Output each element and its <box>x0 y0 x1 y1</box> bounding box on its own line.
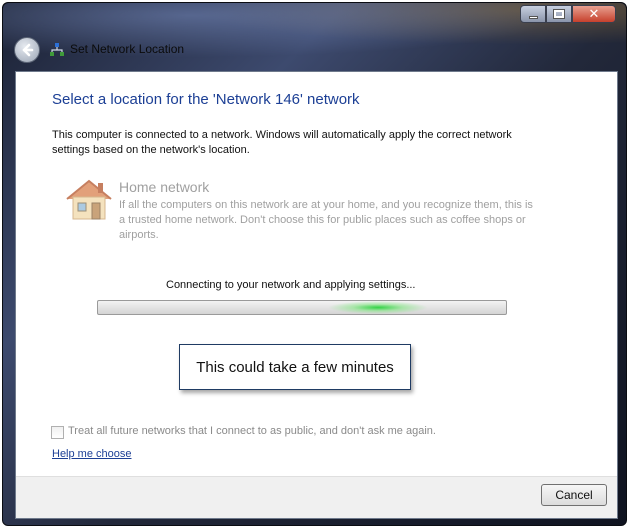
dialog-footer: Cancel <box>16 476 617 518</box>
house-icon <box>66 179 112 220</box>
maximize-button[interactable] <box>546 5 572 23</box>
checkbox-label: Treat all future networks that I connect… <box>68 425 436 437</box>
back-button[interactable] <box>14 37 40 63</box>
close-icon: ✕ <box>588 6 600 22</box>
cancel-button[interactable]: Cancel <box>541 484 607 506</box>
help-link[interactable]: Help me choose <box>52 448 132 460</box>
minimize-icon <box>528 15 538 19</box>
network-icon <box>50 43 64 56</box>
maximize-icon <box>553 9 565 19</box>
callout-box: This could take a few minutes <box>179 344 411 390</box>
caption-buttons: ✕ <box>520 5 616 23</box>
dialog-window: ✕ Set Network Location Select a location… <box>2 2 627 526</box>
progress-indicator <box>328 301 428 314</box>
page-title: Select a location for the 'Network 146' … <box>52 91 360 108</box>
description-text: This computer is connected to a network.… <box>52 129 512 156</box>
close-button[interactable]: ✕ <box>572 5 616 23</box>
dialog-content: Select a location for the 'Network 146' … <box>15 71 618 519</box>
minimize-button[interactable] <box>520 5 546 23</box>
option-title: Home network <box>119 179 210 195</box>
public-networks-checkbox[interactable] <box>51 426 64 439</box>
progress-bar <box>97 300 507 315</box>
option-description: If all the computers on this network are… <box>119 199 533 241</box>
back-arrow-icon <box>22 43 34 57</box>
window-title: Set Network Location <box>70 42 185 56</box>
status-text: Connecting to your network and applying … <box>166 279 416 291</box>
